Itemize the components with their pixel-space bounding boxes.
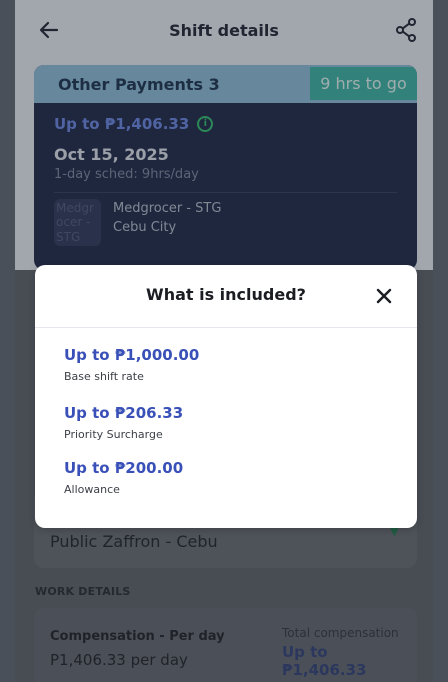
included-item-label: Allowance [64, 483, 120, 496]
included-item-amount: Up to ₱1,000.00 [64, 346, 200, 364]
close-icon[interactable] [375, 287, 393, 305]
included-item-label: Priority Surcharge [64, 428, 163, 441]
included-item-amount: Up to ₱200.00 [64, 459, 184, 477]
included-item-amount: Up to ₱206.33 [64, 404, 184, 422]
included-item: Up to ₱200.00 Allowance [64, 459, 183, 496]
modal-divider [35, 327, 417, 328]
modal-title: What is included? [146, 285, 306, 304]
included-modal: What is included? Up to ₱1,000.00 Base s… [35, 265, 417, 528]
included-item: Up to ₱1,000.00 Base shift rate [64, 346, 199, 383]
included-item: Up to ₱206.33 Priority Surcharge [64, 404, 183, 441]
included-item-label: Base shift rate [64, 370, 144, 383]
